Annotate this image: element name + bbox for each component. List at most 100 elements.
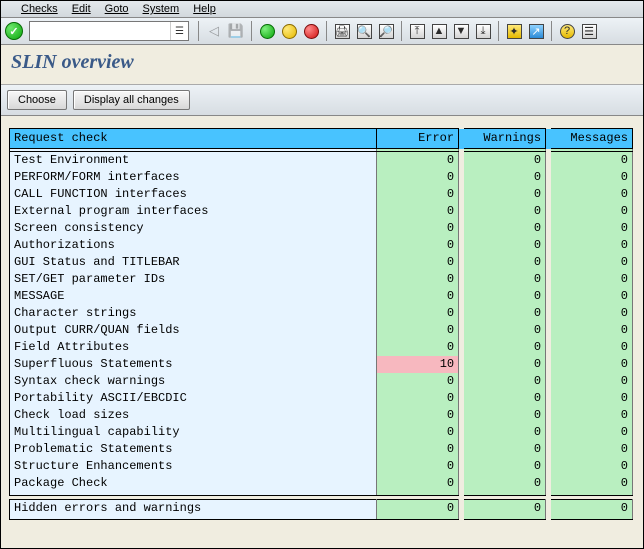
print-icon[interactable]: 🖨 (332, 21, 352, 41)
last-page-icon[interactable]: ⤓ (473, 21, 493, 41)
row-msg: 0 (551, 499, 633, 517)
table-row[interactable]: MESSAGE000 (10, 288, 633, 305)
shortcut-icon[interactable]: ↗ (526, 21, 546, 41)
table-row[interactable]: External program interfaces000 (10, 203, 633, 220)
row-msg: 0 (551, 271, 633, 288)
row-label: GUI Status and TITLEBAR (10, 254, 377, 271)
row-msg: 0 (551, 237, 633, 254)
find-icon[interactable]: 🔍 (354, 21, 374, 41)
row-warn: 0 (464, 237, 546, 254)
table-row[interactable]: Superfluous Statements1000 (10, 356, 633, 373)
table-row[interactable]: Field Attributes000 (10, 339, 633, 356)
menubar: Checks Edit Goto System Help (1, 1, 643, 18)
table-row[interactable]: SET/GET parameter IDs000 (10, 271, 633, 288)
row-warn: 0 (464, 322, 546, 339)
enter-icon[interactable] (5, 22, 23, 40)
row-label: External program interfaces (10, 203, 377, 220)
row-warn: 0 (464, 169, 546, 186)
command-input[interactable] (30, 25, 170, 37)
table-row[interactable]: Screen consistency000 (10, 220, 633, 237)
row-error: 0 (377, 203, 459, 220)
table-row[interactable]: Portability ASCII/EBCDIC000 (10, 390, 633, 407)
cancel-red-icon[interactable] (301, 21, 321, 41)
row-error: 0 (377, 390, 459, 407)
help-icon[interactable]: ? (557, 21, 577, 41)
row-warn: 0 (464, 475, 546, 492)
row-warn: 0 (464, 220, 546, 237)
table-row[interactable]: Character strings000 (10, 305, 633, 322)
row-error: 0 (377, 254, 459, 271)
row-error: 0 (377, 305, 459, 322)
row-error: 10 (377, 356, 459, 373)
table-row[interactable]: GUI Status and TITLEBAR000 (10, 254, 633, 271)
menu-help[interactable]: Help (193, 3, 216, 15)
row-warn: 0 (464, 339, 546, 356)
table-row[interactable]: Problematic Statements000 (10, 441, 633, 458)
menu-checks[interactable]: Checks (21, 3, 58, 15)
result-table: Request check Error Warnings Messages Te… (9, 128, 633, 520)
row-error: 0 (377, 499, 459, 517)
command-field[interactable]: ☰ (29, 21, 189, 41)
menu-goto[interactable]: Goto (105, 3, 129, 15)
row-label: Check load sizes (10, 407, 377, 424)
row-msg: 0 (551, 203, 633, 220)
row-msg: 0 (551, 458, 633, 475)
table-row[interactable]: Authorizations000 (10, 237, 633, 254)
row-label: MESSAGE (10, 288, 377, 305)
app-toolbar: Choose Display all changes (1, 84, 643, 116)
first-page-icon[interactable]: ⤒ (407, 21, 427, 41)
row-label: Screen consistency (10, 220, 377, 237)
row-error: 0 (377, 339, 459, 356)
layout-icon[interactable]: ☰ (579, 21, 599, 41)
row-error: 0 (377, 441, 459, 458)
table-row[interactable]: Syntax check warnings000 (10, 373, 633, 390)
table-row[interactable]: Output CURR/QUAN fields000 (10, 322, 633, 339)
table-row[interactable]: Package Check000 (10, 475, 633, 492)
row-warn: 0 (464, 152, 546, 170)
summary-row[interactable]: Hidden errors and warnings000 (10, 499, 633, 517)
row-warn: 0 (464, 271, 546, 288)
row-label: CALL FUNCTION interfaces (10, 186, 377, 203)
row-error: 0 (377, 475, 459, 492)
row-msg: 0 (551, 169, 633, 186)
header-warnings: Warnings (464, 129, 546, 149)
row-msg: 0 (551, 254, 633, 271)
row-warn: 0 (464, 305, 546, 322)
row-label: Problematic Statements (10, 441, 377, 458)
next-page-icon[interactable]: ▼ (451, 21, 471, 41)
menu-system[interactable]: System (143, 3, 180, 15)
table-row[interactable]: Check load sizes000 (10, 407, 633, 424)
table-row[interactable]: Multilingual capability000 (10, 424, 633, 441)
row-error: 0 (377, 186, 459, 203)
row-msg: 0 (551, 441, 633, 458)
find-next-icon[interactable]: 🔎 (376, 21, 396, 41)
row-error: 0 (377, 169, 459, 186)
row-error: 0 (377, 458, 459, 475)
table-row[interactable]: PERFORM/FORM interfaces000 (10, 169, 633, 186)
new-session-icon[interactable]: ✦ (504, 21, 524, 41)
table-row[interactable]: Structure Enhancements000 (10, 458, 633, 475)
row-label: PERFORM/FORM interfaces (10, 169, 377, 186)
row-error: 0 (377, 407, 459, 424)
menu-edit[interactable]: Edit (72, 3, 91, 15)
prev-page-icon[interactable]: ▲ (429, 21, 449, 41)
row-label: Field Attributes (10, 339, 377, 356)
row-msg: 0 (551, 475, 633, 492)
row-msg: 0 (551, 390, 633, 407)
row-warn: 0 (464, 390, 546, 407)
choose-button[interactable]: Choose (7, 90, 67, 110)
display-all-changes-button[interactable]: Display all changes (73, 90, 190, 110)
back-green-icon[interactable] (257, 21, 277, 41)
row-warn: 0 (464, 356, 546, 373)
row-label: Package Check (10, 475, 377, 492)
row-warn: 0 (464, 254, 546, 271)
row-msg: 0 (551, 339, 633, 356)
row-msg: 0 (551, 288, 633, 305)
row-label: SET/GET parameter IDs (10, 271, 377, 288)
header-request-check: Request check (10, 129, 377, 149)
exit-yellow-icon[interactable] (279, 21, 299, 41)
command-dropdown-icon[interactable]: ☰ (170, 22, 188, 40)
main-toolbar: ☰ ◁ 💾 🖨 🔍 🔎 ⤒ ▲ ▼ ⤓ ✦ ↗ ? ☰ (1, 18, 643, 45)
table-row[interactable]: CALL FUNCTION interfaces000 (10, 186, 633, 203)
table-row[interactable]: Test Environment000 (10, 152, 633, 170)
